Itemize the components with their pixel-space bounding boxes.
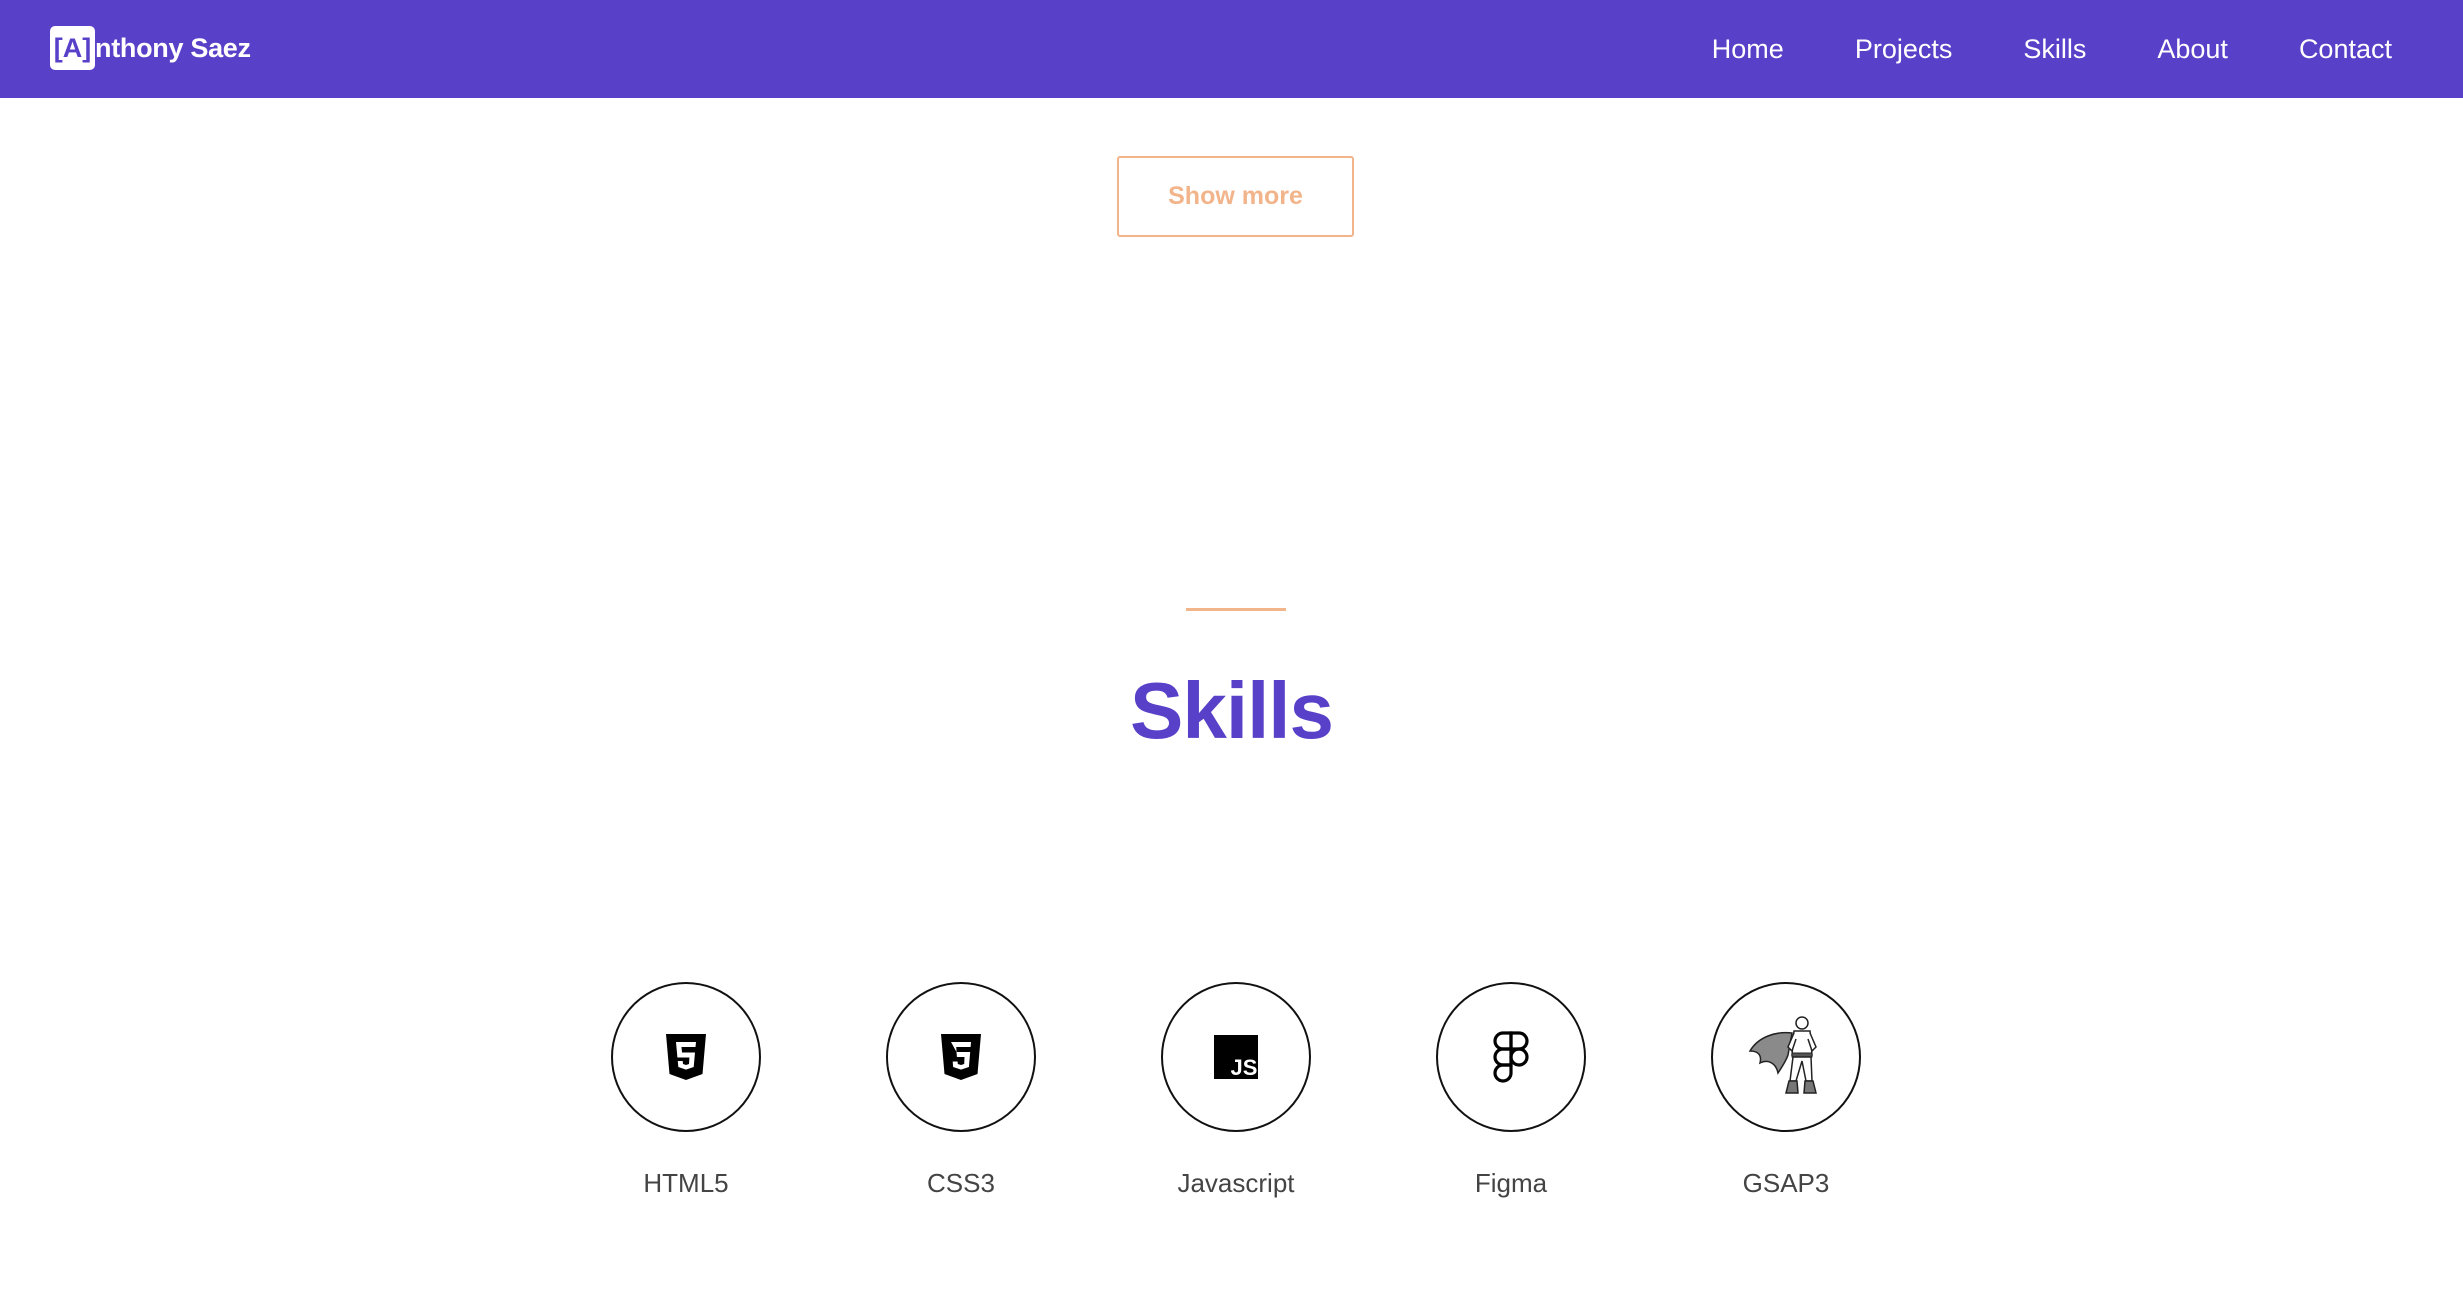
skill-circle bbox=[1711, 982, 1861, 1132]
nav-about[interactable]: About bbox=[2157, 34, 2228, 65]
nav-contact[interactable]: Contact bbox=[2299, 34, 2392, 65]
gsap-superhero-icon bbox=[1748, 1016, 1817, 1094]
nav-projects[interactable]: Projects bbox=[1855, 34, 1953, 65]
skill-label: CSS3 bbox=[927, 1168, 995, 1198]
skill-circle bbox=[611, 982, 761, 1132]
skill-item-css3: CSS3 bbox=[886, 982, 1036, 1199]
brand-name: nthony Saez bbox=[95, 32, 251, 63]
nav-home[interactable]: Home bbox=[1712, 34, 1784, 65]
navbar: [A] nthony Saez Home Projects Skills Abo… bbox=[0, 0, 2463, 98]
skill-label: GSAP3 bbox=[1742, 1168, 1830, 1198]
show-more-button[interactable]: Show more bbox=[1117, 156, 1354, 237]
css3-icon bbox=[941, 1034, 981, 1080]
skill-label: HTML5 bbox=[643, 1168, 729, 1198]
skill-circle bbox=[886, 982, 1036, 1132]
skill-item-figma: Figma bbox=[1436, 982, 1586, 1199]
skill-circle bbox=[1436, 982, 1586, 1132]
figma-icon bbox=[1493, 1031, 1529, 1083]
svg-text:JS: JS bbox=[1231, 1055, 1258, 1079]
skills-title: Skills bbox=[1129, 666, 1334, 755]
nav-skills[interactable]: Skills bbox=[2023, 34, 2086, 65]
brand-initial-box: [A] bbox=[50, 26, 95, 70]
javascript-icon: JS bbox=[1214, 1035, 1258, 1079]
html5-icon bbox=[666, 1034, 706, 1080]
skill-label: Javascript bbox=[1177, 1168, 1295, 1198]
brand-logo[interactable]: [A] nthony Saez bbox=[50, 26, 251, 70]
skill-label: Figma bbox=[1474, 1168, 1548, 1198]
skill-circle: JS bbox=[1161, 982, 1311, 1132]
section-divider bbox=[1186, 608, 1286, 611]
skill-item-html5: HTML5 bbox=[611, 982, 761, 1199]
nav-links: Home Projects Skills About Contact bbox=[1712, 0, 2392, 98]
skill-item-gsap3: GSAP3 bbox=[1711, 982, 1861, 1199]
skill-item-javascript: JS Javascript bbox=[1161, 982, 1311, 1199]
